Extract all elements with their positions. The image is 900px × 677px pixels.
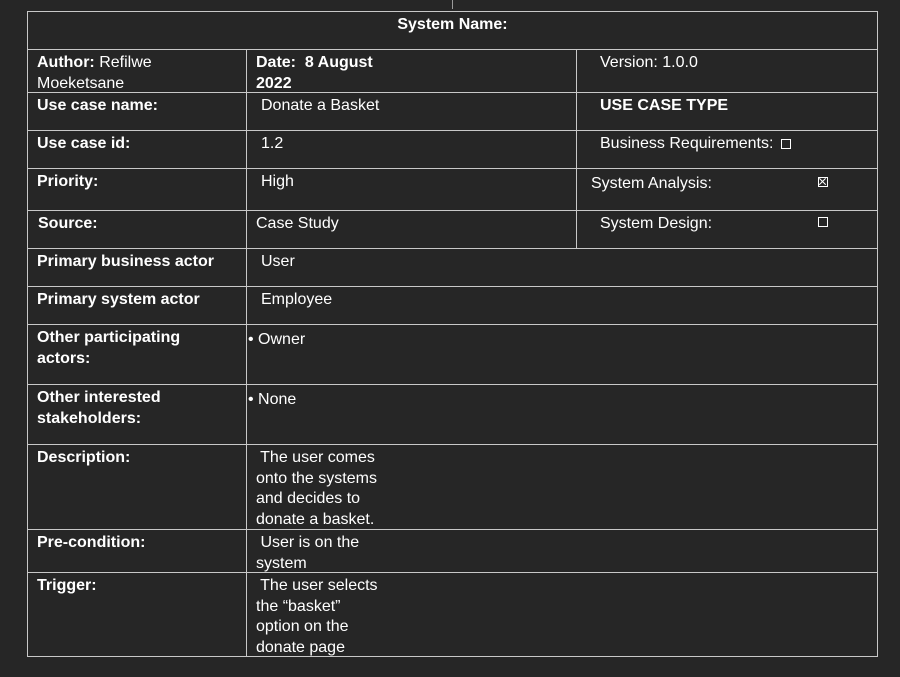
primary-business-actor-value: User [261, 253, 295, 270]
source-value: Case Study [256, 215, 339, 232]
trigger-line: The user selects [256, 577, 378, 594]
precondition-line: system [256, 554, 307, 572]
business-requirements-checkbox[interactable] [780, 139, 791, 149]
author-last-name: Moeketsane [37, 74, 125, 92]
priority-label: Priority: [37, 173, 99, 190]
system-analysis-checkbox[interactable] [818, 177, 828, 187]
use-case-id-value: 1.2 [261, 135, 284, 152]
description-label: Description: [37, 449, 131, 466]
precondition-label: Pre-condition: [37, 534, 146, 551]
primary-system-actor-label: Primary system actor [37, 291, 200, 308]
trigger-label: Trigger: [37, 577, 97, 594]
precondition-line: User is on the [256, 534, 360, 551]
other-interested-label-line2: stakeholders: [37, 409, 142, 427]
use-case-name-label: Use case name: [37, 97, 158, 114]
description-line: donate a basket. [256, 510, 375, 528]
date-year: 2022 [256, 74, 292, 92]
use-case-id-label: Use case id: [37, 135, 131, 152]
version-text: Version: 1.0.0 [600, 54, 698, 71]
system-analysis-option [818, 176, 828, 188]
system-analysis-label: System Analysis: [591, 175, 712, 192]
trigger-line: option on the [256, 618, 349, 635]
date-label: Date: [256, 54, 297, 71]
description-line: and decides to [256, 490, 361, 507]
other-interested-stakeholders-value: • None [248, 391, 297, 408]
trigger-line: the “basket” [256, 597, 341, 615]
use-case-name-value: Donate a Basket [261, 97, 380, 114]
author-cell: Author: Refilwe Moeketsane [37, 53, 152, 94]
author-first-name: Refilwe [99, 54, 152, 71]
description-value: The user comes onto the systems and deci… [256, 448, 377, 530]
primary-system-actor-value: Employee [261, 291, 333, 308]
other-interested-label-line1: Other interested [37, 389, 161, 406]
source-label: Source: [38, 215, 98, 232]
description-line: The user comes [256, 449, 375, 466]
top-divider-line [452, 0, 453, 9]
other-participating-label-line2: actors: [37, 349, 91, 367]
priority-value: High [261, 173, 294, 190]
system-design-label: System Design: [600, 215, 713, 232]
trigger-value: The user selects the “basket” option on … [256, 576, 378, 658]
other-interested-stakeholders-label: Other interested stakeholders: [37, 388, 161, 429]
system-name-title: System Name: [397, 16, 508, 33]
author-label: Author: [37, 54, 95, 71]
business-requirements-label: Business Requirements: [600, 135, 774, 152]
other-participating-actors-value: • Owner [248, 331, 306, 348]
use-case-type-heading: USE CASE TYPE [600, 97, 729, 114]
system-design-option [818, 216, 828, 228]
primary-business-actor-label: Primary business actor [37, 253, 214, 270]
date-cell: Date: 8 August 2022 [256, 53, 373, 94]
date-day-month: 8 August [304, 54, 373, 71]
description-line: onto the systems [256, 469, 377, 487]
other-participating-label-line1: Other participating [37, 329, 181, 346]
trigger-line: donate page [256, 638, 345, 656]
system-design-checkbox[interactable] [818, 217, 828, 227]
other-participating-actors-label: Other participating actors: [37, 328, 180, 369]
precondition-value: User is on the system [256, 533, 359, 574]
business-requirements-option: Business Requirements: [600, 134, 791, 155]
